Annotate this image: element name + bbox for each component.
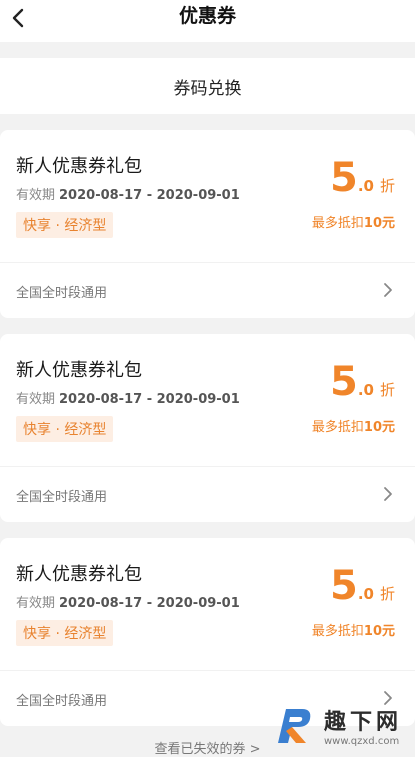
watermark-text: 趣下网 www.qzxd.com [324, 704, 402, 747]
discount-integer: 5 [330, 155, 358, 201]
coupon-validity: 有效期 2020-08-17 - 2020-09-01 [16, 184, 240, 203]
discount-unit: 折 [379, 177, 395, 195]
validity-dates: 2020-08-17 - 2020-09-01 [59, 392, 240, 407]
coupon-card[interactable]: 新人优惠券礼包 有效期 2020-08-17 - 2020-09-01 快享 · … [0, 334, 415, 522]
divider [0, 670, 415, 671]
back-arrow-icon[interactable] [6, 6, 30, 30]
page-title: 优惠券 [178, 4, 236, 27]
watermark-url: www.qzxd.com [324, 736, 400, 747]
top-bar: 优惠券 [0, 0, 415, 42]
discount-decimal: .0 [357, 177, 374, 195]
coupon-max-deduction: 最多抵扣10元 [312, 620, 395, 639]
validity-label: 有效期 [16, 392, 56, 407]
max-prefix: 最多抵扣 [311, 216, 364, 231]
redeem-code-button[interactable]: 券码兑换 [0, 58, 415, 114]
discount-unit: 折 [379, 585, 395, 603]
watermark-name: 趣下网 [324, 710, 403, 735]
max-prefix: 最多抵扣 [311, 624, 364, 639]
max-amount: 10元 [363, 624, 395, 639]
coupon-discount: 5 .0 折 [330, 566, 395, 606]
watermark: 趣下网 www.qzxd.com [272, 698, 412, 753]
validity-label: 有效期 [16, 596, 56, 611]
discount-decimal: .0 [357, 381, 374, 399]
coupon-title: 新人优惠券礼包 [16, 360, 142, 381]
chevron-right-icon[interactable] [383, 282, 393, 298]
max-prefix: 最多抵扣 [311, 420, 364, 435]
max-amount: 10元 [363, 420, 395, 435]
coupon-validity: 有效期 2020-08-17 - 2020-09-01 [16, 388, 240, 407]
watermark-logo-icon [278, 708, 311, 743]
validity-dates: 2020-08-17 - 2020-09-01 [59, 596, 240, 611]
discount-integer: 5 [330, 359, 358, 405]
chevron-right-icon[interactable] [383, 486, 393, 502]
divider [0, 262, 415, 263]
divider [0, 466, 415, 467]
coupon-scope: 全国全时段通用 [16, 694, 108, 709]
discount-unit: 折 [379, 381, 395, 399]
validity-dates: 2020-08-17 - 2020-09-01 [59, 188, 240, 203]
coupon-title: 新人优惠券礼包 [16, 564, 142, 585]
coupon-validity: 有效期 2020-08-17 - 2020-09-01 [16, 592, 240, 611]
coupon-card[interactable]: 新人优惠券礼包 有效期 2020-08-17 - 2020-09-01 快享 · … [0, 130, 415, 318]
coupon-title: 新人优惠券礼包 [16, 156, 142, 177]
coupon-tag: 快享 · 经济型 [16, 620, 114, 646]
validity-label: 有效期 [16, 188, 56, 203]
coupon-discount: 5 .0 折 [330, 158, 395, 198]
coupon-max-deduction: 最多抵扣10元 [312, 416, 395, 435]
coupon-max-deduction: 最多抵扣10元 [312, 212, 395, 231]
coupon-tag: 快享 · 经济型 [16, 212, 114, 238]
discount-decimal: .0 [357, 585, 374, 603]
coupon-tag: 快享 · 经济型 [16, 416, 114, 442]
coupon-discount: 5 .0 折 [330, 362, 395, 402]
coupon-scope: 全国全时段通用 [16, 286, 108, 301]
discount-integer: 5 [330, 563, 358, 609]
coupon-scope: 全国全时段通用 [16, 490, 108, 505]
max-amount: 10元 [363, 216, 395, 231]
